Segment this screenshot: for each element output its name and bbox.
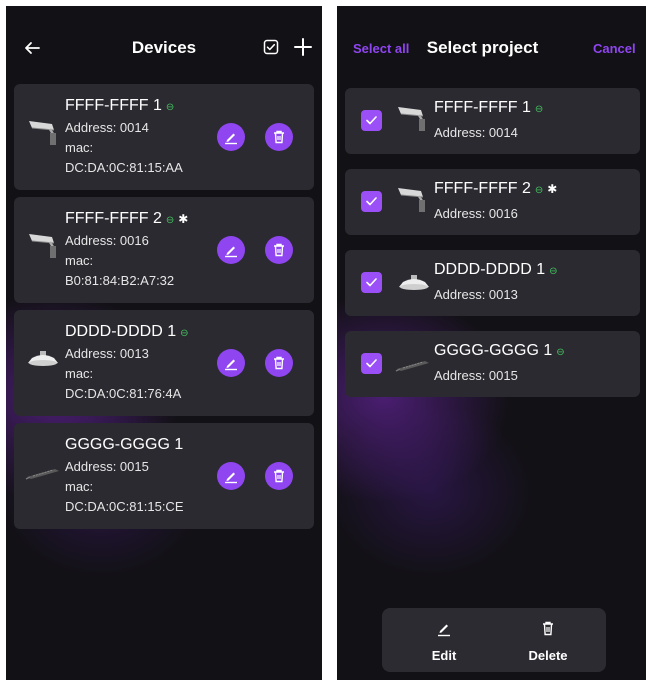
pencil-icon <box>225 133 237 145</box>
bluetooth-icon: ✱ <box>547 182 558 196</box>
devices-header: Devices <box>6 28 322 68</box>
edit-button[interactable] <box>217 462 245 490</box>
linear-light-icon <box>25 465 61 486</box>
device-card[interactable]: FFFF-FFFF 2 ⊖ ✱ Address: 0016 mac: B0:81:8… <box>14 197 314 303</box>
device-mac-label: mac: <box>65 253 94 268</box>
pencil-icon <box>225 472 237 484</box>
device-name: DDDD-DDDD 1 ⊖ <box>65 323 189 340</box>
device-mac: DC:DA:0C:81:15:CE <box>65 499 184 514</box>
edit-button[interactable] <box>217 236 245 264</box>
multi-select-icon[interactable] <box>263 39 279 60</box>
trash-icon <box>543 621 553 636</box>
device-address: Address: 0016 <box>434 206 518 221</box>
connected-link-icon: ⊖ <box>549 266 558 277</box>
device-address: Address: 0013 <box>434 287 518 302</box>
street-light-icon <box>26 231 60 264</box>
device-card[interactable]: GGGG-GGGG 1 Address: 0015 mac: DC:DA:0C:… <box>14 423 314 529</box>
device-name: FFFF-FFFF 2 ⊖ ✱ <box>65 210 189 227</box>
bulk-action-bar: Edit Delete <box>382 608 606 672</box>
trash-icon <box>274 243 284 257</box>
device-name: FFFF-FFFF 2 ⊖ ✱ <box>434 180 558 197</box>
delete-button[interactable] <box>265 236 293 264</box>
device-address: Address: 0015 <box>65 459 149 474</box>
bulk-delete-button[interactable]: Delete <box>508 608 588 672</box>
edit-button[interactable] <box>217 349 245 377</box>
pencil-icon <box>438 624 450 637</box>
device-address: Address: 0015 <box>434 368 518 383</box>
device-mac: B0:81:84:B2:A7:32 <box>65 273 175 288</box>
connected-link-icon: ⊖ <box>534 185 544 196</box>
check-icon <box>366 116 377 125</box>
device-name: DDDD-DDDD 1 ⊖ <box>434 261 558 278</box>
bulk-delete-label: Delete <box>528 648 568 663</box>
device-mac-label: mac: <box>65 479 94 494</box>
device-name: GGGG-GGGG 1 ⊖ <box>434 342 565 359</box>
delete-button[interactable] <box>265 123 293 151</box>
bulk-edit-label: Edit <box>431 648 457 663</box>
item-checkbox[interactable] <box>361 110 382 131</box>
ufo-highbay-icon <box>26 350 60 375</box>
select-item[interactable]: FFFF-FFFF 1 ⊖ Address: 0014 <box>345 88 640 154</box>
connected-link-icon: ⊖ <box>534 104 544 115</box>
device-mac-label: mac: <box>65 140 94 155</box>
device-address: Address: 0013 <box>65 346 149 361</box>
check-icon <box>366 359 377 368</box>
street-light-icon <box>395 104 429 137</box>
check-icon <box>366 197 377 206</box>
device-card[interactable]: FFFF-FFFF 1 ⊖ Address: 0014 mac: DC:DA:0C… <box>14 84 314 190</box>
connected-link-icon: ⊖ <box>165 215 175 226</box>
select-item[interactable]: FFFF-FFFF 2 ⊖ ✱ Address: 0016 <box>345 169 640 235</box>
select-item[interactable]: DDDD-DDDD 1 ⊖ Address: 0013 <box>345 250 640 316</box>
check-icon <box>366 278 377 287</box>
device-address: Address: 0014 <box>434 125 518 140</box>
linear-light-icon <box>395 357 431 378</box>
trash-icon <box>274 356 284 370</box>
device-mac: DC:DA:0C:81:76:4A <box>65 386 182 401</box>
trash-icon <box>274 469 284 483</box>
pencil-icon <box>225 246 237 258</box>
street-light-icon <box>395 185 429 218</box>
bluetooth-icon: ✱ <box>178 212 189 226</box>
device-mac: DC:DA:0C:81:15:AA <box>65 160 183 175</box>
trash-icon <box>274 130 284 144</box>
select-item[interactable]: GGGG-GGGG 1 ⊖ Address: 0015 <box>345 331 640 397</box>
edit-button[interactable] <box>217 123 245 151</box>
add-device-icon[interactable] <box>294 38 312 61</box>
select-header: Select all Select project Cancel <box>337 28 646 68</box>
delete-button[interactable] <box>265 349 293 377</box>
item-checkbox[interactable] <box>361 353 382 374</box>
device-card[interactable]: DDDD-DDDD 1 ⊖ Address: 0013 mac: DC:DA:0C… <box>14 310 314 416</box>
connected-link-icon: ⊖ <box>165 102 175 113</box>
item-checkbox[interactable] <box>361 272 382 293</box>
bulk-edit-button[interactable]: Edit <box>404 608 484 672</box>
pencil-icon <box>225 359 237 371</box>
street-light-icon <box>26 118 60 151</box>
device-address: Address: 0016 <box>65 233 149 248</box>
devices-screen: Devices FFFF-FFFF 1 ⊖ Address: 0014 mac: … <box>6 6 322 680</box>
select-project-screen: Select all Select project Cancel FFFF-FF… <box>337 6 646 680</box>
item-checkbox[interactable] <box>361 191 382 212</box>
device-name: FFFF-FFFF 1 ⊖ <box>434 99 544 116</box>
cancel-button[interactable]: Cancel <box>593 41 636 56</box>
device-mac-label: mac: <box>65 366 94 381</box>
device-name: FFFF-FFFF 1 ⊖ <box>65 97 175 114</box>
device-address: Address: 0014 <box>65 120 149 135</box>
connected-link-icon: ⊖ <box>556 347 565 358</box>
delete-button[interactable] <box>265 462 293 490</box>
connected-link-icon: ⊖ <box>180 328 189 339</box>
ufo-highbay-icon <box>397 274 431 299</box>
device-name: GGGG-GGGG 1 <box>65 436 184 453</box>
